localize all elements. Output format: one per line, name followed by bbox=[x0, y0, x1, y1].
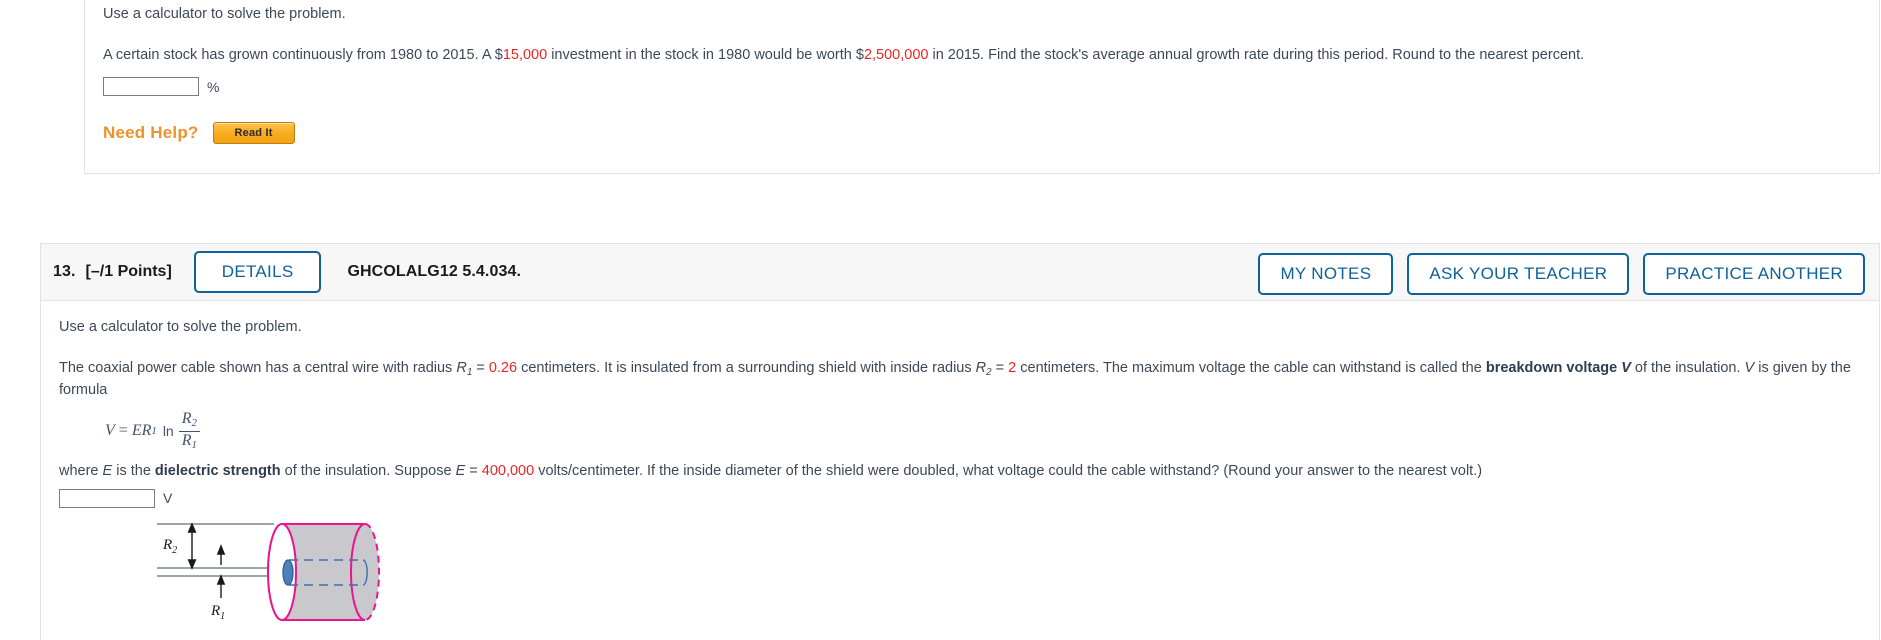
r1-value: 0.26 bbox=[488, 360, 518, 377]
final-value: 2,500,000 bbox=[863, 47, 929, 64]
formula-numerator: R2 bbox=[179, 410, 200, 430]
problem-statement-13b: where E is the dielectric strength of th… bbox=[59, 461, 1854, 482]
coaxial-cable-diagram: R2 R1 bbox=[157, 522, 380, 622]
answer-row-13: V bbox=[59, 488, 1879, 508]
stmt2-seg-2: is the bbox=[112, 462, 155, 479]
details-button[interactable]: DETAILS bbox=[193, 251, 322, 293]
ask-your-teacher-button[interactable]: ASK YOUR TEACHER bbox=[1407, 253, 1630, 295]
question-panel-13: 13. [–/1 Points] DETAILS GHCOLALG12 5.4.… bbox=[40, 243, 1880, 640]
problem-seg-1: A certain stock has grown continuously f… bbox=[103, 47, 503, 64]
stmt-seg-1: The coaxial power cable shown has a cent… bbox=[59, 360, 457, 377]
dielectric-strength-value: 400,000 bbox=[481, 462, 535, 479]
stmt-seg-3: centimeters. The maximum voltage the cab… bbox=[1016, 360, 1486, 377]
problem-seg-3: in 2015. Find the stock's average annual… bbox=[928, 47, 1585, 64]
initial-investment-value: 15,000 bbox=[502, 47, 548, 64]
answer-unit-percent: % bbox=[207, 78, 220, 95]
question-number: 13. bbox=[53, 263, 76, 280]
formula-numerator-subscript: 2 bbox=[191, 417, 197, 430]
figure-label-r1-subscript: 1 bbox=[220, 611, 225, 622]
formula-numerator-letter: R bbox=[181, 410, 192, 428]
problem-seg-2: investment in the stock in 1980 would be… bbox=[547, 47, 864, 64]
question-code: GHCOLALG12 5.4.034. bbox=[347, 263, 522, 280]
variable-R1: R1 bbox=[456, 360, 472, 378]
formula-ln: ln bbox=[162, 423, 174, 439]
question-body-previous: Use a calculator to solve the problem. A… bbox=[85, 0, 1879, 145]
read-it-button[interactable]: Read It bbox=[212, 122, 295, 145]
stmt2-seg-3: of the insulation. Suppose bbox=[280, 462, 456, 479]
question-header-13: 13. [–/1 Points] DETAILS GHCOLALG12 5.4.… bbox=[41, 244, 1879, 301]
stmt-eq-2: = bbox=[991, 360, 1009, 377]
figure-label-r2: R2 bbox=[162, 537, 177, 556]
formula-lhs: V bbox=[105, 422, 115, 439]
assignment-page: Use a calculator to solve the problem. A… bbox=[0, 0, 1881, 640]
dimension-arrow-r1 bbox=[216, 544, 226, 598]
breakdown-voltage-formula: V = ER1 ln R2 R1 bbox=[105, 410, 200, 451]
formula-denominator-letter: R bbox=[181, 431, 192, 449]
formula-equals: = bbox=[118, 422, 128, 439]
breakdown-voltage-bold: breakdown voltage bbox=[1485, 360, 1618, 377]
variable-R2-letter: R bbox=[975, 360, 987, 377]
stmt-seg-4: of the insulation. bbox=[1630, 360, 1745, 377]
variable-R1-letter: R bbox=[456, 360, 467, 377]
formula-E: E bbox=[131, 422, 142, 439]
formula-denominator-subscript: 1 bbox=[191, 438, 197, 451]
problem-statement-previous: A certain stock has grown continuously f… bbox=[103, 45, 1879, 66]
variable-E-1: E bbox=[102, 462, 113, 479]
answer-input-growth-rate[interactable] bbox=[103, 77, 199, 97]
instruction-text-previous: Use a calculator to solve the problem. bbox=[103, 6, 346, 22]
question-points: [–/1 Points] bbox=[85, 263, 172, 280]
question-panel-previous: Use a calculator to solve the problem. A… bbox=[84, 0, 1880, 174]
question-body-13: Use a calculator to solve the problem. T… bbox=[41, 301, 1879, 627]
formula-R: R bbox=[141, 422, 152, 439]
stmt2-seg-4: volts/centimeter. If the inside diameter… bbox=[534, 462, 1483, 479]
stmt2-seg-1: where bbox=[59, 462, 103, 479]
my-notes-button[interactable]: MY NOTES bbox=[1258, 253, 1394, 295]
answer-input-voltage[interactable] bbox=[59, 488, 155, 508]
stmt-seg-2: centimeters. It is insulated from a surr… bbox=[517, 360, 976, 377]
answer-unit-volts: V bbox=[163, 490, 173, 507]
dielectric-strength-bold: dielectric strength bbox=[154, 462, 281, 479]
coaxial-cable-figure: R2 R1 bbox=[149, 512, 1879, 627]
variable-E-2: E bbox=[455, 462, 466, 479]
answer-row-previous: % bbox=[103, 77, 1879, 97]
variable-R2: R2 bbox=[975, 360, 992, 378]
figure-label-r1: R1 bbox=[210, 603, 225, 622]
problem-statement-13: The coaxial power cable shown has a cent… bbox=[59, 358, 1854, 401]
variable-V-italic: V bbox=[1744, 360, 1755, 377]
variable-V-bold: V bbox=[1621, 360, 1631, 377]
need-help-row-previous: Need Help? Read It bbox=[103, 122, 1879, 145]
formula-fraction: R2 R1 bbox=[178, 410, 200, 451]
instruction-text-13: Use a calculator to solve the problem. bbox=[59, 319, 302, 335]
formula-block: V = ER1 ln R2 R1 bbox=[105, 410, 1879, 451]
formula-denominator: R1 bbox=[178, 430, 200, 451]
stmt2-eq: = bbox=[465, 462, 482, 479]
practice-another-button[interactable]: PRACTICE ANOTHER bbox=[1643, 253, 1865, 295]
figure-label-r2-subscript: 2 bbox=[172, 545, 177, 556]
need-help-label: Need Help? bbox=[103, 123, 199, 143]
dimension-arrow-r2 bbox=[187, 522, 197, 570]
stmt-eq-1: = bbox=[472, 360, 489, 377]
inner-wire-near-cap bbox=[282, 559, 294, 586]
header-actions: MY NOTES ASK YOUR TEACHER PRACTICE ANOTH… bbox=[1258, 253, 1865, 295]
